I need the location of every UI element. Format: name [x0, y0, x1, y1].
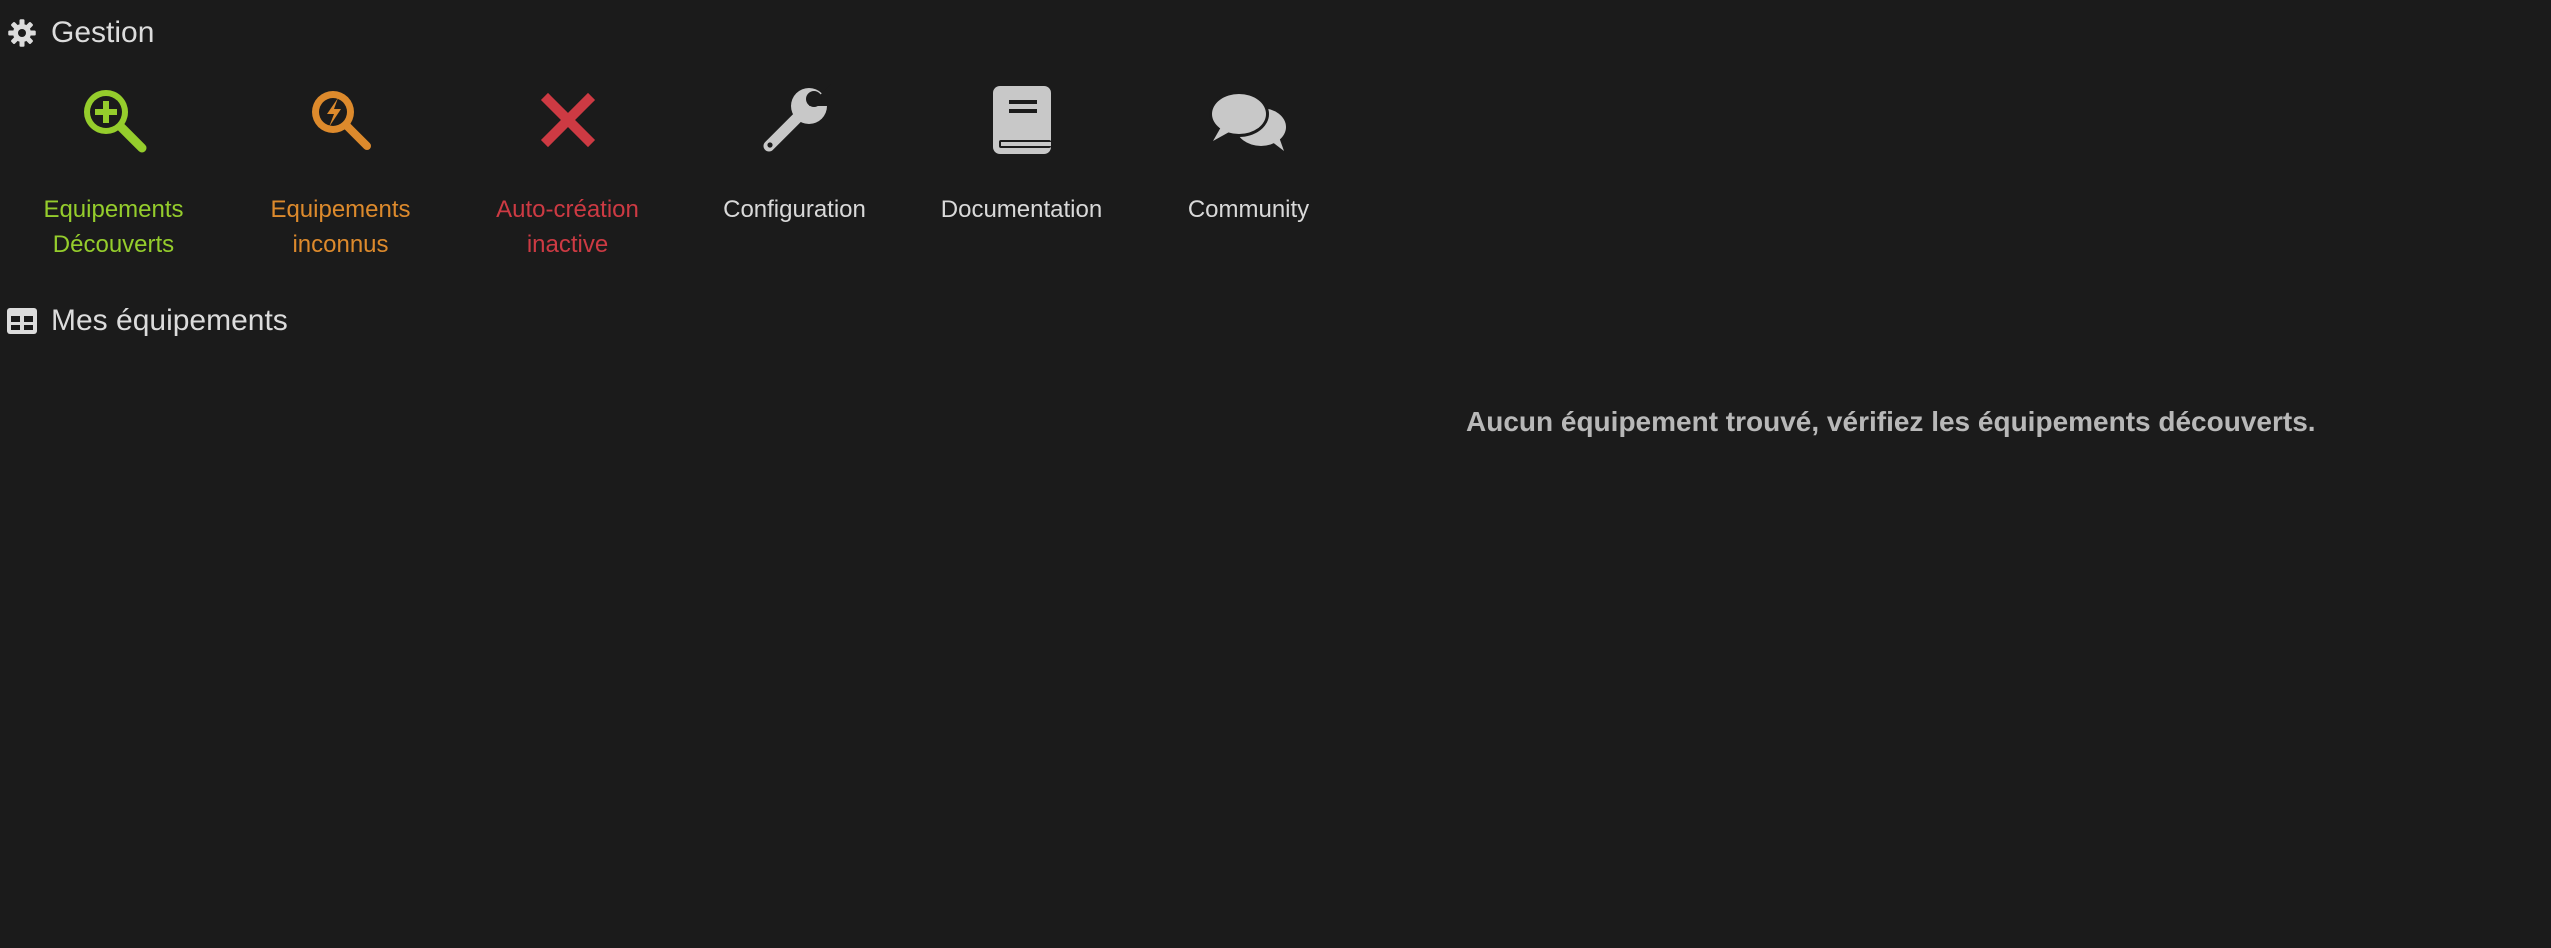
unknown-equipments-label: Equipements inconnus: [270, 196, 411, 258]
documentation-label: Documentation: [940, 196, 1103, 223]
empty-equipment-message: Aucun équipement trouvé, vérifiez les éq…: [1466, 406, 2316, 437]
my-equipments-title: Mes équipements: [51, 304, 288, 337]
documentation-button[interactable]: Documentation: [908, 80, 1135, 262]
discovered-equipments-label: Equipements Découverts: [43, 196, 184, 258]
unknown-equipments-button[interactable]: Equipements inconnus: [227, 80, 454, 262]
community-button[interactable]: Community: [1135, 80, 1362, 262]
auto-creation-button[interactable]: Auto-création inactive: [454, 80, 681, 262]
cross-icon: [528, 80, 608, 160]
configuration-label: Configuration: [723, 196, 866, 223]
community-label: Community: [1187, 196, 1310, 223]
search-plus-icon: [74, 80, 154, 160]
gestion-title: Gestion: [51, 16, 155, 49]
discovered-equipments-button[interactable]: Equipements Découverts: [0, 80, 227, 262]
auto-creation-label: Auto-création inactive: [496, 196, 639, 258]
configuration-button[interactable]: Configuration: [681, 80, 908, 262]
gestion-header: Gestion: [7, 16, 154, 50]
gear-icon: [7, 18, 37, 48]
chat-bubbles-icon: [1208, 80, 1289, 160]
table-icon: [7, 308, 37, 334]
plugin-page: Gestion Equipements Découverts Equipemen…: [0, 0, 2551, 948]
search-unknown-icon: [301, 80, 381, 160]
wrench-icon: [755, 80, 835, 160]
my-equipments-header: Mes équipements: [7, 304, 288, 338]
gestion-actions: Equipements Découverts Equipements incon…: [0, 80, 1362, 262]
book-icon: [982, 80, 1062, 160]
